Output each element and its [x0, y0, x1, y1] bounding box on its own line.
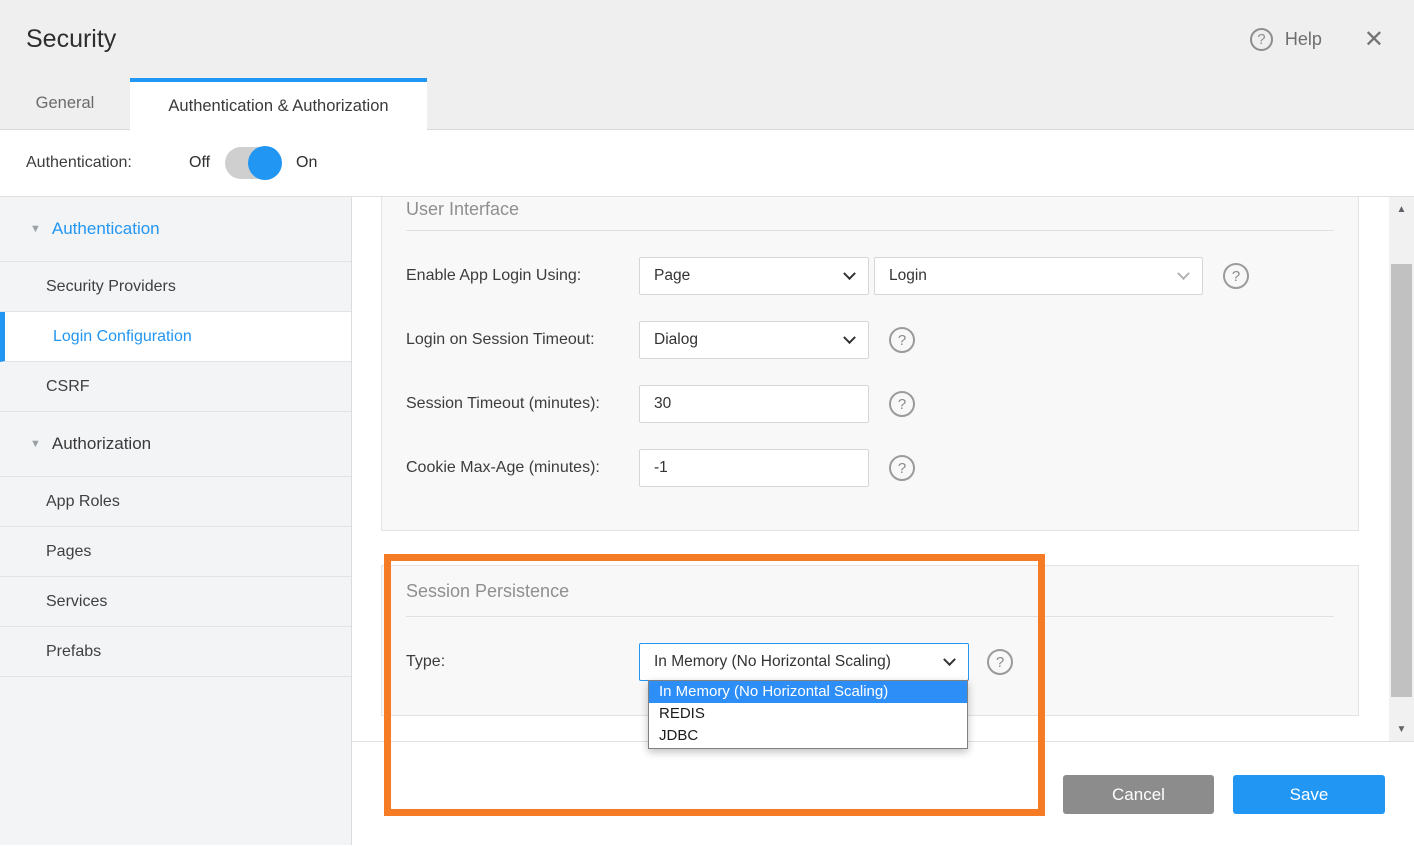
field-label: Type:: [406, 653, 639, 671]
sidebar-item-pages[interactable]: Pages: [0, 527, 351, 577]
sidebar-item-security-providers[interactable]: Security Providers: [0, 262, 351, 312]
type-select-dropdown: In Memory (No Horizontal Scaling) REDIS …: [648, 680, 968, 749]
select-value: Dialog: [654, 331, 698, 349]
sidebar-item-label: Login Configuration: [53, 328, 192, 346]
sidebar-item-login-configuration[interactable]: Login Configuration: [0, 312, 351, 362]
section-title: User Interface: [406, 197, 1334, 230]
tab-general[interactable]: General: [0, 78, 130, 129]
dropdown-option-jdbc[interactable]: JDBC: [649, 725, 967, 747]
login-session-timeout-row: Login on Session Timeout: Dialog ?: [406, 321, 1334, 359]
cookie-max-age-input[interactable]: [639, 449, 869, 487]
sidebar-item-prefabs[interactable]: Prefabs: [0, 627, 351, 677]
help-icon[interactable]: ?: [889, 455, 915, 481]
sidebar-item-csrf[interactable]: CSRF: [0, 362, 351, 412]
cookie-max-age-row: Cookie Max-Age (minutes): ?: [406, 449, 1334, 487]
chevron-down-icon: [1177, 267, 1190, 280]
enable-app-login-row: Enable App Login Using: Page Login ?: [406, 257, 1334, 295]
help-button[interactable]: Help: [1285, 29, 1322, 50]
dropdown-option-in-memory[interactable]: In Memory (No Horizontal Scaling): [649, 681, 967, 703]
sidebar-item-services[interactable]: Services: [0, 577, 351, 627]
sidebar-section-authentication[interactable]: ▼ Authentication: [0, 197, 351, 262]
select-value: In Memory (No Horizontal Scaling): [654, 653, 891, 671]
field-label: Session Timeout (minutes):: [406, 395, 639, 413]
sidebar: ▼ Authentication Security Providers Logi…: [0, 197, 352, 845]
help-icon[interactable]: ?: [1250, 28, 1273, 51]
authentication-label: Authentication:: [26, 154, 189, 172]
enable-app-login-select[interactable]: Page: [639, 257, 869, 295]
dialog-footer: Cancel Save: [352, 741, 1414, 845]
authentication-toggle[interactable]: [225, 147, 281, 179]
sidebar-item-app-roles[interactable]: App Roles: [0, 477, 351, 527]
session-persistence-type-row: Type: In Memory (No Horizontal Scaling) …: [406, 643, 1334, 681]
select-value: Login: [889, 267, 927, 285]
sidebar-item-label: Pages: [46, 543, 91, 561]
scroll-down-icon[interactable]: ▼: [1389, 719, 1414, 739]
sidebar-item-label: Services: [46, 593, 107, 611]
toggle-on-label: On: [296, 154, 317, 172]
vertical-scrollbar[interactable]: ▲ ▼: [1389, 197, 1414, 741]
session-timeout-row: Session Timeout (minutes): ?: [406, 385, 1334, 423]
field-label: Login on Session Timeout:: [406, 331, 639, 349]
sidebar-section-label: Authorization: [52, 434, 151, 454]
chevron-down-icon: [843, 267, 856, 280]
field-label: Enable App Login Using:: [406, 267, 639, 285]
chevron-down-icon: [843, 331, 856, 344]
chevron-down-icon: [943, 653, 956, 666]
field-label: Cookie Max-Age (minutes):: [406, 459, 639, 477]
scrollbar-thumb[interactable]: [1391, 264, 1412, 697]
settings-scroll-area: User Interface Enable App Login Using: P…: [352, 197, 1414, 741]
user-interface-section: User Interface Enable App Login Using: P…: [381, 197, 1359, 531]
close-icon[interactable]: ✕: [1364, 25, 1384, 54]
sidebar-section-authorization[interactable]: ▼ Authorization: [0, 412, 351, 477]
section-title: Session Persistence: [406, 566, 1334, 616]
dialog-header: Security ? Help ✕: [0, 0, 1414, 78]
scroll-up-icon[interactable]: ▲: [1389, 199, 1414, 219]
select-value: Page: [654, 267, 690, 285]
sidebar-item-label: Security Providers: [46, 278, 176, 296]
sidebar-item-label: App Roles: [46, 493, 120, 511]
section-divider: [406, 616, 1334, 617]
dropdown-option-redis[interactable]: REDIS: [649, 703, 967, 725]
sidebar-item-label: Prefabs: [46, 643, 101, 661]
help-icon[interactable]: ?: [889, 391, 915, 417]
sidebar-item-label: CSRF: [46, 378, 90, 396]
expander-icon[interactable]: ▼: [30, 438, 41, 450]
section-divider: [406, 230, 1334, 231]
page-title: Security: [26, 25, 116, 54]
login-page-select[interactable]: Login: [874, 257, 1203, 295]
help-icon[interactable]: ?: [889, 327, 915, 353]
tab-bar: General Authentication & Authorization: [0, 78, 1414, 130]
help-icon[interactable]: ?: [1223, 263, 1249, 289]
help-icon[interactable]: ?: [987, 649, 1013, 675]
login-on-session-timeout-select[interactable]: Dialog: [639, 321, 869, 359]
authentication-toggle-row: Authentication: Off On: [0, 130, 1414, 197]
session-timeout-input[interactable]: [639, 385, 869, 423]
toggle-off-label: Off: [189, 154, 210, 172]
expander-icon[interactable]: ▼: [30, 223, 41, 235]
sidebar-section-label: Authentication: [52, 219, 160, 239]
session-persistence-type-select[interactable]: In Memory (No Horizontal Scaling): [639, 643, 969, 681]
toggle-knob: [248, 146, 282, 180]
tab-authentication-authorization[interactable]: Authentication & Authorization: [130, 78, 427, 130]
save-button[interactable]: Save: [1233, 775, 1385, 814]
cancel-button[interactable]: Cancel: [1063, 775, 1214, 814]
